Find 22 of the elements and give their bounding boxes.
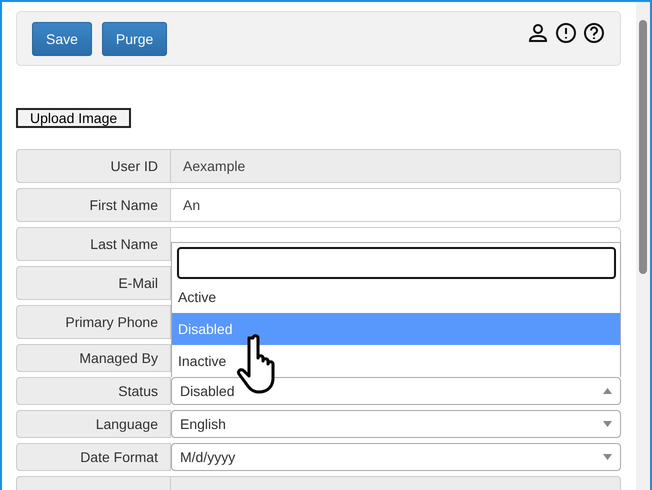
field-label-text: Language (96, 416, 158, 432)
scrollbar[interactable] (636, 2, 650, 490)
readonly-field: Aexample (171, 149, 621, 183)
help-icon[interactable] (583, 22, 605, 44)
text-field[interactable]: An (171, 188, 621, 222)
upload-image-button[interactable]: Upload Image (16, 108, 132, 128)
toolbar-button[interactable]: Save (32, 22, 92, 56)
field-label-text: Last Name (90, 236, 158, 252)
user-icon[interactable] (527, 22, 549, 44)
field-label-text: Status (118, 383, 158, 399)
field-label-text: Primary Phone (65, 314, 158, 330)
field-label-text: User ID (110, 158, 158, 174)
select-field[interactable]: English (171, 410, 621, 438)
toolbar-button[interactable]: Purge (102, 22, 168, 56)
field-label-text: First Name (90, 197, 158, 213)
search-field[interactable] (177, 247, 616, 279)
select-field[interactable]: Disabled (171, 377, 621, 405)
alert-icon[interactable] (555, 22, 577, 44)
field-label-text: Date Format (80, 449, 158, 465)
field-label-text: Managed By (79, 350, 158, 366)
select-field[interactable]: M/d/yyyy (171, 443, 621, 471)
field-label-text: E-Mail (118, 275, 158, 291)
